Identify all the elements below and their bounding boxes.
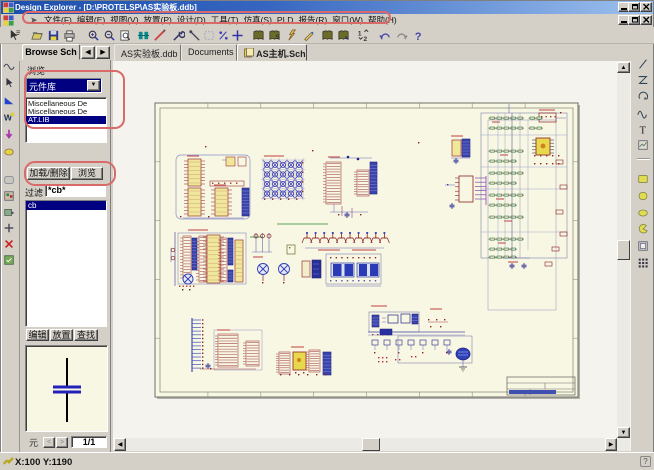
svg-text:S: S: [275, 34, 280, 41]
svg-text:2: 2: [364, 36, 368, 42]
svg-text:T: T: [640, 125, 647, 135]
svg-text:1: 1: [358, 31, 362, 38]
svg-text:?: ?: [415, 31, 422, 42]
